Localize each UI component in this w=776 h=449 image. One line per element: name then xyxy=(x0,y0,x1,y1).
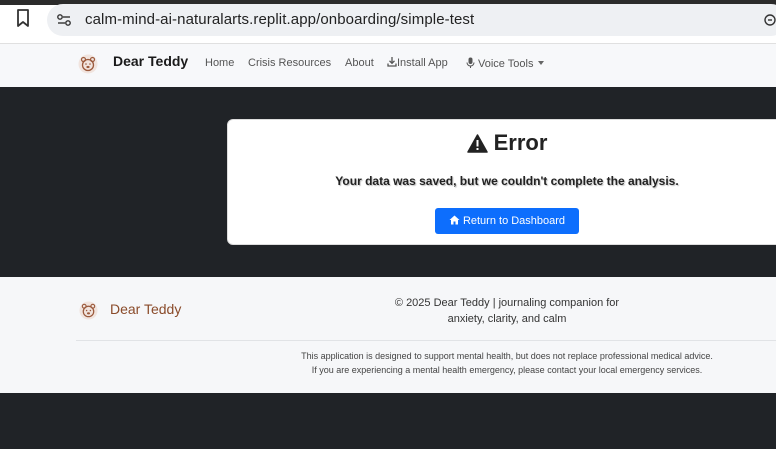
error-message: Your data was saved, but we couldn't com… xyxy=(335,174,679,188)
page-bottom xyxy=(0,393,776,449)
voice-tools-label: Voice Tools xyxy=(478,58,534,70)
brand-name[interactable]: Dear Teddy xyxy=(113,53,188,69)
bookmark-icon[interactable] xyxy=(16,9,30,27)
nav-crisis-resources[interactable]: Crisis Resources xyxy=(248,57,331,69)
chevron-down-icon xyxy=(538,61,545,65)
install-app-label: Install App xyxy=(397,57,448,69)
microphone-icon xyxy=(466,57,475,68)
return-to-dashboard-label: Return to Dashboard xyxy=(462,215,566,227)
url-text[interactable]: calm-mind-ai-naturalarts.replit.app/onbo… xyxy=(85,11,474,28)
nav-install-app[interactable]: Install App xyxy=(387,57,448,69)
site-settings-icon[interactable] xyxy=(56,12,72,28)
disclaimer-line-1: This application is designed to support … xyxy=(301,351,713,361)
search-icon[interactable] xyxy=(763,13,776,27)
copyright-text: © 2025 Dear Teddy | journaling companion… xyxy=(377,295,637,327)
footer-divider xyxy=(76,340,776,341)
copyright-line-1: © 2025 Dear Teddy | journaling companion… xyxy=(394,297,620,309)
teddy-logo-icon xyxy=(79,301,98,320)
disclaimer-text: This application is designed to support … xyxy=(230,349,776,377)
nav-voice-tools-dropdown[interactable]: Voice Tools xyxy=(466,57,545,70)
error-heading: Error xyxy=(0,130,776,156)
warning-icon xyxy=(466,134,488,153)
nav-home[interactable]: Home xyxy=(205,57,234,69)
error-title: Error xyxy=(493,130,548,155)
home-icon xyxy=(449,215,460,225)
copyright-line-2: anxiety, clarity, and calm xyxy=(447,313,567,325)
footer-brand: Dear Teddy xyxy=(110,301,182,317)
download-icon xyxy=(387,57,397,67)
teddy-logo-icon[interactable] xyxy=(78,54,98,74)
nav-about[interactable]: About xyxy=(345,57,374,69)
return-to-dashboard-button[interactable]: Return to Dashboard xyxy=(435,208,579,234)
disclaimer-line-2: If you are experiencing a mental health … xyxy=(311,365,703,375)
